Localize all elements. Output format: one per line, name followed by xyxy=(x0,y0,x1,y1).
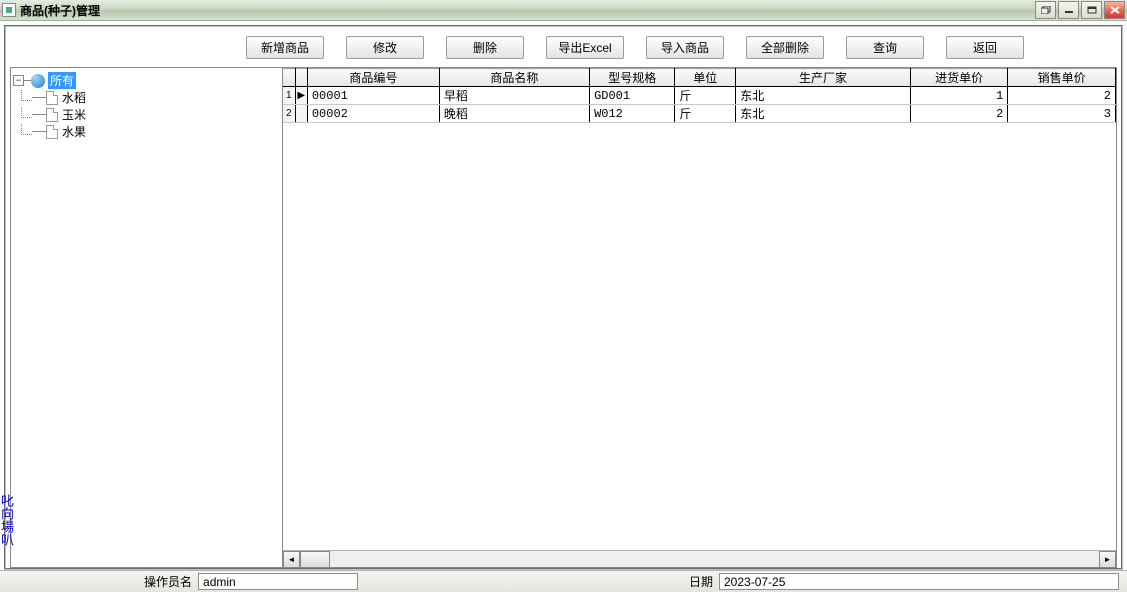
col-maker[interactable]: 生产厂家 xyxy=(736,69,911,87)
tree-node-label: 玉米 xyxy=(62,106,86,123)
toolbar: 新增商品 修改 删除 导出Excel 导入商品 全部删除 查询 返回 xyxy=(6,27,1121,67)
tree-node[interactable]: 玉米 xyxy=(13,106,280,123)
minimize-icon xyxy=(1064,6,1074,14)
scroll-left-button[interactable]: ◄ xyxy=(283,551,300,568)
back-button[interactable]: 返回 xyxy=(946,36,1024,59)
scroll-thumb[interactable] xyxy=(300,551,330,568)
maximize-button[interactable] xyxy=(1081,1,1102,19)
product-grid[interactable]: 商品编号 商品名称 型号规格 单位 生产厂家 进货单价 销售单价 1▶00001… xyxy=(282,67,1117,568)
restore-down-button[interactable] xyxy=(1035,1,1056,19)
category-tree[interactable]: − 所有 水稻玉米水果 xyxy=(10,67,282,568)
collapse-icon[interactable]: − xyxy=(13,75,24,86)
col-spec[interactable]: 型号规格 xyxy=(590,69,675,87)
tree-root-label[interactable]: 所有 xyxy=(48,72,76,89)
import-button[interactable]: 导入商品 xyxy=(646,36,724,59)
close-icon xyxy=(1110,6,1120,14)
table-row[interactable]: 1▶00001早稻GD001斤东北12 xyxy=(283,87,1116,105)
date-value: 2023-07-25 xyxy=(719,573,1119,590)
grid-horizontal-scrollbar[interactable]: ◄ ► xyxy=(283,550,1116,567)
left-vertical-text: 叱向場叭 xyxy=(0,494,13,546)
window-title: 商品(种子)管理 xyxy=(20,2,1033,19)
query-button[interactable]: 查询 xyxy=(846,36,924,59)
scroll-right-button[interactable]: ► xyxy=(1099,551,1116,568)
delete-button[interactable]: 删除 xyxy=(446,36,524,59)
col-pin[interactable]: 进货单价 xyxy=(910,69,1007,87)
document-icon xyxy=(46,108,58,122)
close-button[interactable] xyxy=(1104,1,1125,19)
document-icon xyxy=(46,91,58,105)
tree-node[interactable]: 水果 xyxy=(13,123,280,140)
status-bar: 操作员名 admin 日期 2023-07-25 xyxy=(0,570,1127,592)
tree-node-label: 水果 xyxy=(62,123,86,140)
add-button[interactable]: 新增商品 xyxy=(246,36,324,59)
grid-header-row: 商品编号 商品名称 型号规格 单位 生产厂家 进货单价 销售单价 xyxy=(283,69,1116,87)
col-pout[interactable]: 销售单价 xyxy=(1008,69,1116,87)
operator-label: 操作员名 xyxy=(144,573,192,590)
tree-root[interactable]: − 所有 xyxy=(13,72,280,89)
minimize-button[interactable] xyxy=(1058,1,1079,19)
col-unit[interactable]: 单位 xyxy=(675,69,736,87)
operator-value: admin xyxy=(198,573,358,590)
edit-button[interactable]: 修改 xyxy=(346,36,424,59)
table-row[interactable]: 200002晚稻W012斤东北23 xyxy=(283,105,1116,123)
globe-icon xyxy=(31,74,45,88)
col-id[interactable]: 商品编号 xyxy=(307,69,439,87)
title-bar: 商品(种子)管理 xyxy=(0,0,1127,21)
maximize-icon xyxy=(1087,6,1097,14)
delete-all-button[interactable]: 全部删除 xyxy=(746,36,824,59)
restore-icon xyxy=(1041,6,1051,14)
tree-node-label: 水稻 xyxy=(62,89,86,106)
date-label: 日期 xyxy=(689,573,713,590)
export-button[interactable]: 导出Excel xyxy=(546,36,624,59)
tree-node[interactable]: 水稻 xyxy=(13,89,280,106)
col-name[interactable]: 商品名称 xyxy=(439,69,589,87)
app-icon xyxy=(2,3,16,17)
document-icon xyxy=(46,125,58,139)
